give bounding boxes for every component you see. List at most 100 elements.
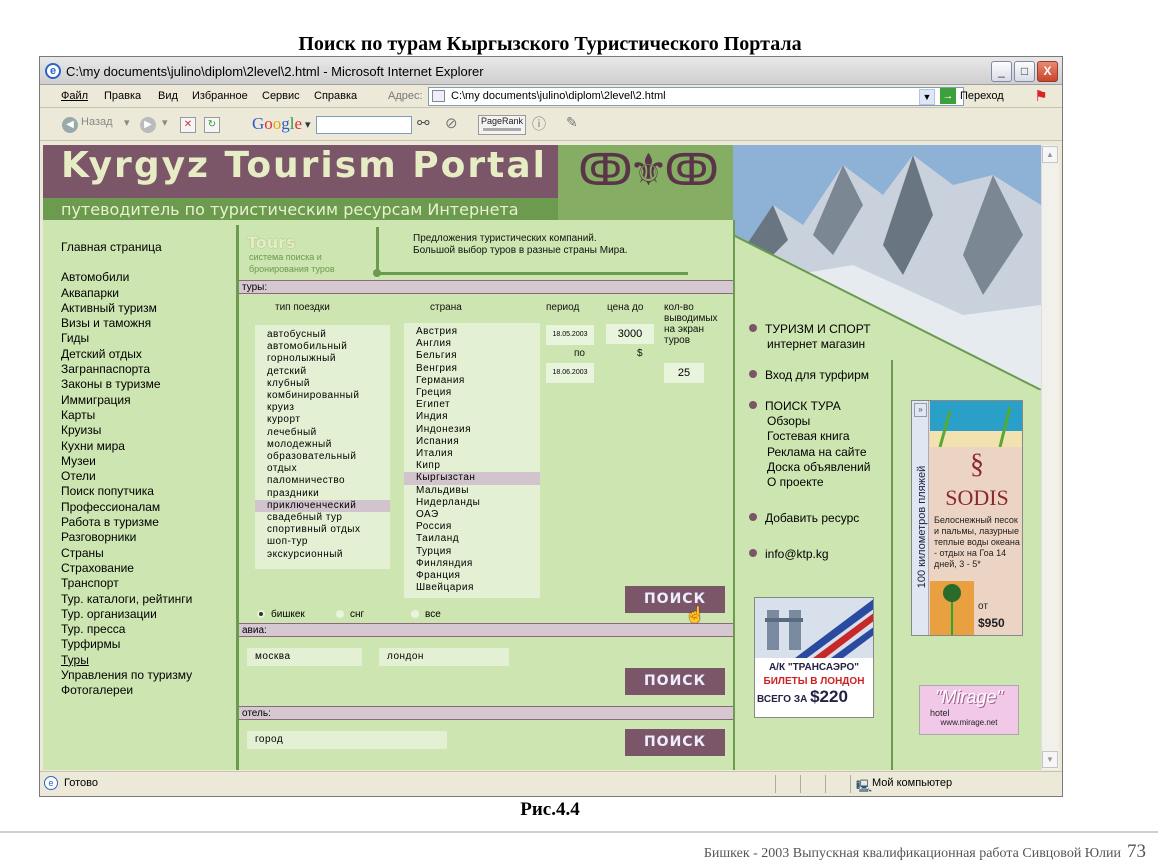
count-input[interactable]: 25 <box>664 363 704 383</box>
transaero-ad[interactable]: А/К "ТРАНСАЭРО" БИЛЕТЫ В ЛОНДОН ВСЕГО ЗА… <box>754 597 874 718</box>
vertical-scrollbar[interactable] <box>1041 145 1059 770</box>
nav-item[interactable]: Законы в туризме <box>61 377 236 392</box>
nav-item[interactable]: Музеи <box>61 454 236 469</box>
trip-type-option[interactable]: отдых <box>255 463 390 475</box>
trip-type-option[interactable]: клубный <box>255 378 390 390</box>
nav-item[interactable]: Отели <box>61 469 236 484</box>
nav-item[interactable]: Аквапарки <box>61 286 236 301</box>
avia-from-input[interactable]: москва <box>247 648 362 666</box>
firms-login-link[interactable]: Вход для турфирм <box>749 368 869 383</box>
trip-type-option[interactable]: шоп-тур <box>255 536 390 548</box>
country-option[interactable]: Кыргызстан <box>404 472 540 485</box>
avia-to-input[interactable]: лондон <box>379 648 509 666</box>
radio-bishkek[interactable]: бишкек <box>257 609 305 620</box>
nav-item[interactable]: Турфирмы <box>61 637 236 652</box>
binoculars-icon[interactable]: ⚯ <box>417 114 430 132</box>
add-resource-link[interactable]: Добавить ресурс <box>749 511 859 526</box>
trip-type-option[interactable]: праздники <box>255 488 390 500</box>
nav-item[interactable]: Разговорники <box>61 530 236 545</box>
highlighter-icon[interactable]: ✎ <box>566 114 578 131</box>
avia-search-button[interactable]: ПОИСК <box>625 668 725 695</box>
sodis-ad[interactable]: » 100 километров пляжей § SODIS Белоснеж… <box>911 400 1023 636</box>
right-sub-link[interactable]: Реклама на сайте <box>767 445 870 460</box>
right-sub-link[interactable]: О проекте <box>767 475 870 490</box>
close-button[interactable]: X <box>1037 61 1058 82</box>
nav-item[interactable]: Фотогалереи <box>61 683 236 698</box>
price-input[interactable]: 3000 <box>606 324 654 344</box>
nav-item[interactable]: Карты <box>61 408 236 423</box>
info-icon[interactable]: ⓘ <box>532 114 546 134</box>
nav-item[interactable]: Иммиграция <box>61 393 236 408</box>
maximize-button[interactable]: □ <box>1014 61 1035 82</box>
country-option[interactable]: Финляндия <box>404 558 540 570</box>
nav-item[interactable]: Управления по туризму <box>61 668 236 683</box>
country-option[interactable]: Венгрия <box>404 363 540 375</box>
menu-view[interactable]: Вид <box>158 90 178 102</box>
nav-item[interactable]: Гиды <box>61 331 236 346</box>
trip-type-option[interactable]: автомобильный <box>255 341 390 353</box>
trip-type-option[interactable]: горнолыжный <box>255 353 390 365</box>
menu-help[interactable]: Справка <box>314 90 357 102</box>
nav-item[interactable]: Страхование <box>61 561 236 576</box>
google-search-input[interactable] <box>316 116 412 134</box>
stop-icon[interactable]: ✕ <box>180 117 196 133</box>
country-option[interactable]: Австрия <box>404 326 540 338</box>
nav-item[interactable]: Транспорт <box>61 576 236 591</box>
trip-type-option[interactable]: комбинированный <box>255 390 390 402</box>
country-option[interactable]: Таиланд <box>404 533 540 545</box>
trip-type-option[interactable]: свадебный тур <box>255 512 390 524</box>
nav-item[interactable]: Тур. пресса <box>61 622 236 637</box>
trip-type-list[interactable]: автобусный автомобильный горнолыжный детски… <box>255 325 390 569</box>
country-option[interactable]: Испания <box>404 436 540 448</box>
date-to-input[interactable]: 18.06.2003 <box>546 363 594 383</box>
country-list[interactable]: Австрия Англия Бельгия Венгрия Германия Греци… <box>404 323 540 598</box>
country-option[interactable]: Нидерланды <box>404 497 540 509</box>
right-sub-link[interactable]: Доска объявлений <box>767 460 870 475</box>
back-dropdown-icon[interactable]: ▾ <box>124 116 130 129</box>
nav-item[interactable]: Туры <box>61 653 236 668</box>
date-from-input[interactable]: 18.05.2003 <box>546 325 594 345</box>
popup-blocker-icon[interactable]: ⊘ <box>445 114 458 132</box>
country-option[interactable]: Индонезия <box>404 424 540 436</box>
country-option[interactable]: Германия <box>404 375 540 387</box>
site-logo[interactable]: Kyrgyz Tourism Portal <box>61 145 547 186</box>
trip-type-option[interactable]: курорт <box>255 414 390 426</box>
country-option[interactable]: Бельгия <box>404 350 540 362</box>
country-option[interactable]: Кипр <box>404 460 540 472</box>
scroll-down-arrow[interactable]: ▼ <box>1042 751 1058 768</box>
nav-item[interactable]: Тур. каталоги, рейтинги <box>61 592 236 607</box>
forward-arrow-icon[interactable]: ▶ <box>140 117 156 133</box>
menu-tools[interactable]: Сервис <box>262 90 300 102</box>
trip-type-option[interactable]: молодежный <box>255 439 390 451</box>
nav-item[interactable]: Визы и таможня <box>61 316 236 331</box>
google-dropdown-icon[interactable]: ▾ <box>305 118 311 131</box>
nav-item[interactable]: Активный туризм <box>61 301 236 316</box>
nav-item[interactable]: Профессионалам <box>61 500 236 515</box>
go-button[interactable]: → Переход <box>940 88 1020 106</box>
country-option[interactable]: Италия <box>404 448 540 460</box>
address-input[interactable]: C:\my documents\julino\diplom\2level\2.h… <box>428 87 964 106</box>
trip-type-option[interactable]: приключенческий <box>255 499 390 513</box>
country-option[interactable]: Франция <box>404 570 540 582</box>
radio-cis[interactable]: снг <box>336 609 364 620</box>
address-dropdown-icon[interactable]: ▼ <box>919 89 935 105</box>
country-option[interactable]: Греция <box>404 387 540 399</box>
menu-edit[interactable]: Правка <box>104 90 141 102</box>
google-logo[interactable]: Google <box>252 114 302 134</box>
trip-type-option[interactable]: экскурсионный <box>255 549 390 561</box>
trip-type-option[interactable]: паломничество <box>255 475 390 487</box>
mirage-ad[interactable]: "Mirage" hotel www.mirage.net <box>919 685 1019 735</box>
nav-item[interactable]: Загранпаспорта <box>61 362 236 377</box>
menu-favorites[interactable]: Избранное <box>192 90 248 102</box>
nav-item[interactable]: Тур. организации <box>61 607 236 622</box>
back-arrow-icon[interactable]: ◀ <box>62 117 78 133</box>
nav-item[interactable]: Поиск попутчика <box>61 484 236 499</box>
trip-type-option[interactable]: спортивный отдых <box>255 524 390 536</box>
hotel-city-input[interactable]: город <box>247 731 447 749</box>
nav-item[interactable]: Круизы <box>61 423 236 438</box>
country-option[interactable]: Индия <box>404 411 540 423</box>
scroll-up-icon[interactable]: » <box>914 403 927 417</box>
right-sub-link[interactable]: Обзоры <box>767 414 870 429</box>
scroll-up-arrow[interactable]: ▲ <box>1042 146 1058 163</box>
country-option[interactable]: Швейцария <box>404 582 540 594</box>
